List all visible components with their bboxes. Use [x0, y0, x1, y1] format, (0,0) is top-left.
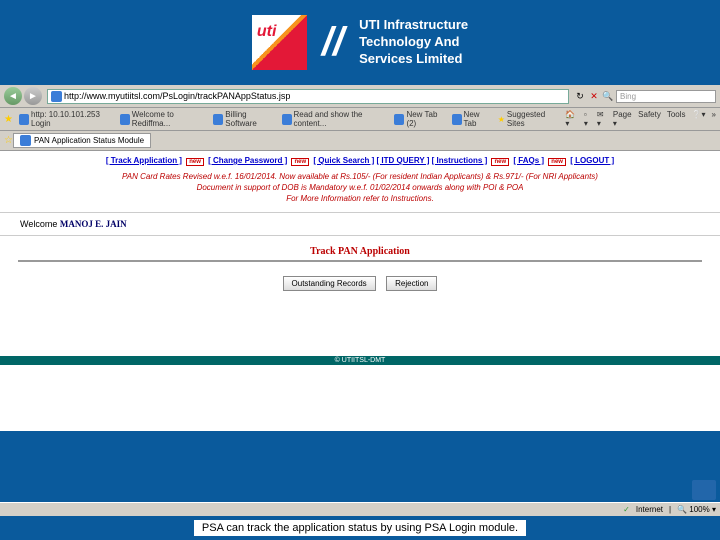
nav-quick-search[interactable]: [ Quick Search ] — [313, 156, 374, 165]
status-right: ✓ Internet | 🔍 100% ▾ — [623, 505, 716, 514]
browser-chrome: ◄ ► http://www.myutiitsl.com/PsLogin/tra… — [0, 85, 720, 151]
section-title-wrap: Track PAN Application — [18, 246, 702, 262]
refresh-icon[interactable]: ↻ — [574, 90, 586, 102]
page-tool[interactable]: Page ▾ — [613, 110, 632, 128]
outstanding-records-button[interactable]: Outstanding Records — [283, 276, 376, 291]
star-icon: ★ — [498, 115, 505, 124]
logo-area: // UTI Infrastructure Technology And Ser… — [252, 15, 468, 70]
internet-zone-label: Internet — [636, 505, 663, 514]
logo-slash: // — [322, 20, 344, 65]
nav-faqs[interactable]: [ FAQs ] — [513, 156, 544, 165]
favorites-star-icon[interactable]: ☆ — [4, 135, 13, 146]
app-nav: [ Track Application ] new [ Change Passw… — [0, 151, 720, 171]
chevron-icon[interactable]: » — [712, 110, 716, 128]
home-tool[interactable]: 🏠 ▾ — [565, 110, 578, 128]
url-text: http://www.myutiitsl.com/PsLogin/trackPA… — [64, 91, 290, 101]
notice-dob: Document in support of DOB is Mandatory … — [0, 182, 720, 193]
new-badge: new — [186, 158, 204, 166]
browser-tab[interactable]: PAN Application Status Module — [13, 133, 151, 148]
search-provider-icon[interactable]: 🔍 — [602, 90, 614, 102]
help-tool[interactable]: ❔▾ — [692, 110, 706, 128]
bookmark-rediff[interactable]: Welcome to Rediffma... — [120, 110, 208, 128]
header-banner: // UTI Infrastructure Technology And Ser… — [0, 0, 720, 85]
company-line1: UTI Infrastructure — [359, 17, 468, 34]
mail-tool[interactable]: ✉ ▾ — [597, 110, 607, 128]
bookmark-suggested[interactable]: ★Suggested Sites — [498, 110, 560, 128]
stop-icon[interactable]: ✕ — [588, 90, 600, 102]
url-input[interactable]: http://www.myutiitsl.com/PsLogin/trackPA… — [47, 89, 569, 104]
page-icon — [20, 135, 31, 146]
button-row: Outstanding Records Rejection — [0, 268, 720, 296]
zoom-control[interactable]: 🔍 100% ▾ — [677, 505, 716, 514]
page-icon — [120, 114, 130, 125]
notice-info: For More Information refer to Instructio… — [0, 193, 720, 204]
company-line3: Services Limited — [359, 51, 468, 68]
caption-text: PSA can track the application status by … — [194, 520, 526, 536]
tab-bar: ☆ PAN Application Status Module — [0, 131, 720, 151]
nav-itd-query[interactable]: [ ITD QUERY ] — [377, 156, 430, 165]
nav-instructions[interactable]: [ Instructions ] — [432, 156, 488, 165]
new-badge: new — [548, 158, 566, 166]
search-input[interactable]: Bing — [616, 90, 716, 103]
favorites-icon[interactable]: ★ — [4, 114, 13, 125]
nav-track[interactable]: [ Track Application ] — [106, 156, 182, 165]
page-content: [ Track Application ] new [ Change Passw… — [0, 151, 720, 431]
toolbar-right: 🏠 ▾ ▫ ▾ ✉ ▾ Page ▾ Safety Tools ❔▾ » — [565, 110, 716, 128]
tools-tool[interactable]: Tools — [667, 110, 686, 128]
safety-tool[interactable]: Safety — [638, 110, 661, 128]
page-icon — [19, 114, 29, 125]
internet-zone-icon: ✓ — [623, 505, 630, 514]
beaker-icon — [692, 480, 716, 500]
feed-tool[interactable]: ▫ ▾ — [584, 110, 591, 128]
status-bar: ✓ Internet | 🔍 100% ▾ — [0, 502, 720, 516]
company-name: UTI Infrastructure Technology And Servic… — [359, 17, 468, 68]
nav-change-password[interactable]: [ Change Password ] — [208, 156, 287, 165]
bookmark-read[interactable]: Read and show the content... — [282, 110, 389, 128]
welcome-user: MANOJ E. JAIN — [60, 219, 127, 229]
page-icon — [213, 114, 223, 125]
back-button[interactable]: ◄ — [4, 87, 22, 105]
slide-caption: PSA can track the application status by … — [0, 516, 720, 540]
page-icon — [394, 114, 404, 125]
page-icon — [452, 114, 462, 125]
rejection-button[interactable]: Rejection — [386, 276, 437, 291]
new-badge: new — [491, 158, 509, 166]
bookmarks-bar: ★ http: 10.10.101.253 Login Welcome to R… — [0, 108, 720, 131]
company-line2: Technology And — [359, 34, 468, 51]
bookmark-login[interactable]: http: 10.10.101.253 Login — [19, 110, 114, 128]
bookmark-newtab[interactable]: New Tab — [452, 110, 492, 128]
protected-mode-icon: | — [669, 505, 671, 514]
copyright-footer: © UTIITSL-DMT — [0, 356, 720, 365]
uti-logo — [252, 15, 307, 70]
address-bar: ◄ ► http://www.myutiitsl.com/PsLogin/tra… — [0, 85, 720, 108]
welcome-label: Welcome — [20, 219, 60, 229]
welcome-row: Welcome MANOJ E. JAIN — [0, 212, 720, 236]
section-title: Track PAN Application — [18, 246, 702, 262]
forward-button[interactable]: ► — [24, 87, 42, 105]
tab-title: PAN Application Status Module — [34, 136, 144, 145]
page-icon — [282, 114, 292, 125]
nav-logout[interactable]: [ LOGOUT ] — [570, 156, 614, 165]
new-badge: new — [291, 158, 309, 166]
bookmark-newtab2[interactable]: New Tab (2) — [394, 110, 445, 128]
notice-rates: PAN Card Rates Revised w.e.f. 16/01/2014… — [0, 171, 720, 182]
ie-icon — [51, 91, 62, 102]
bookmark-billing[interactable]: Billing Software — [213, 110, 275, 128]
